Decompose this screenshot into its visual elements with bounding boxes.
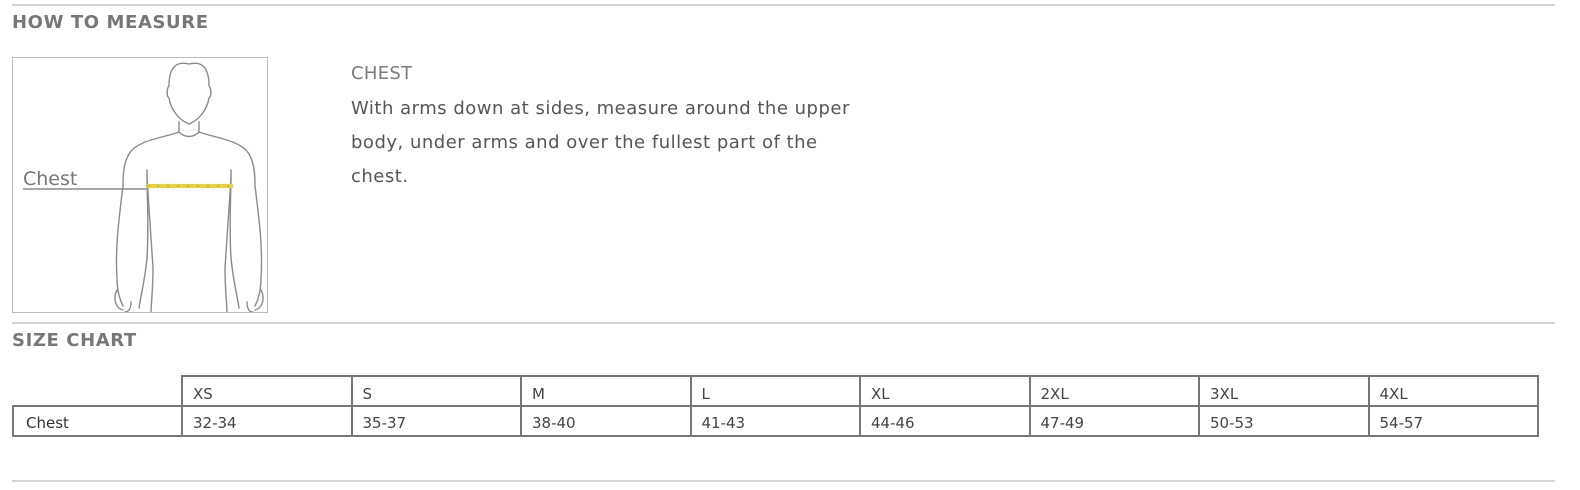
column-header: M: [520, 375, 692, 407]
table-cell: 38-40: [520, 405, 692, 437]
measure-instructions: CHEST With arms down at sides, measure a…: [351, 60, 861, 194]
column-header: XS: [181, 375, 353, 407]
measure-heading: CHEST: [351, 63, 413, 84]
table-corner-cell: [13, 376, 182, 407]
bottom-divider: [12, 480, 1555, 482]
column-header: L: [689, 375, 861, 407]
table-cell: 50-53: [1198, 405, 1370, 437]
table-header-row: XS S M L XL 2XL 3XL 4XL: [13, 375, 1539, 407]
column-header: 2XL: [1028, 375, 1200, 407]
table-cell: 47-49: [1028, 405, 1200, 437]
table-cell: 41-43: [689, 405, 861, 437]
body-measure-figure: Chest: [12, 57, 268, 313]
torso-outline-icon: Chest: [23, 62, 264, 312]
mid-divider: [12, 322, 1555, 324]
table-cell: 32-34: [181, 405, 353, 437]
column-header: 4XL: [1367, 375, 1539, 407]
size-chart-title: SIZE CHART: [12, 330, 137, 351]
row-label: Chest: [12, 405, 183, 437]
measure-description: With arms down at sides, measure around …: [351, 98, 850, 187]
column-header: XL: [859, 375, 1031, 407]
size-chart-table: XS S M L XL 2XL 3XL 4XL Chest 32-34 35-3…: [12, 375, 1539, 437]
how-to-measure-title: HOW TO MEASURE: [12, 12, 209, 33]
table-row: Chest 32-34 35-37 38-40 41-43 44-46 47-4…: [12, 405, 1539, 437]
table-cell: 54-57: [1367, 405, 1539, 437]
column-header: S: [350, 375, 522, 407]
table-cell: 35-37: [350, 405, 522, 437]
column-header: 3XL: [1198, 375, 1370, 407]
top-divider: [12, 4, 1555, 6]
table-cell: 44-46: [859, 405, 1031, 437]
chest-figure-label: Chest: [23, 168, 77, 190]
